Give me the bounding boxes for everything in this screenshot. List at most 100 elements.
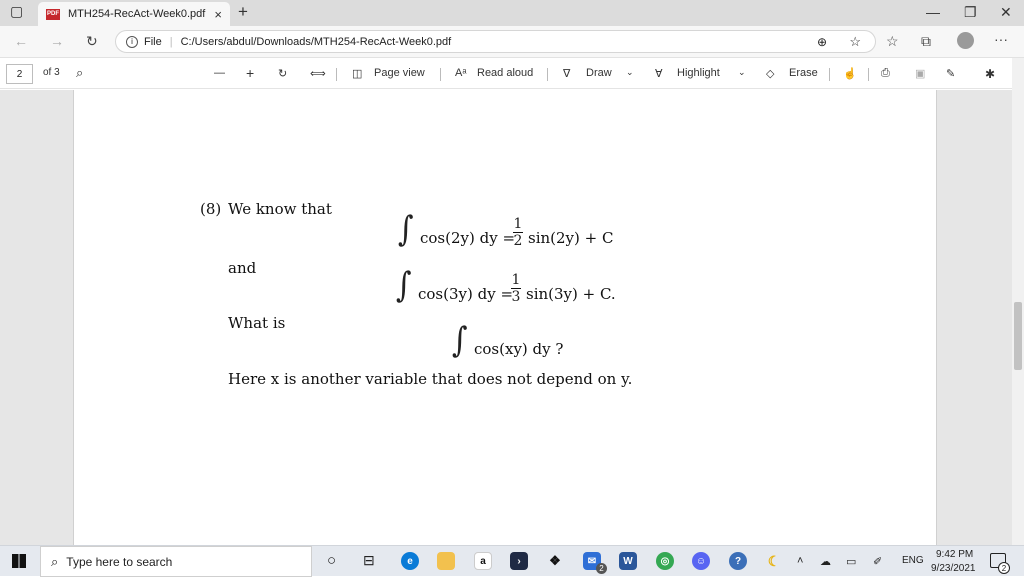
info-icon[interactable]: i [126, 35, 138, 48]
eq2-lhs: cos(3y) dy = [418, 285, 514, 303]
minimize-icon[interactable]: — [926, 4, 940, 20]
pen-icon[interactable]: ✐ [873, 555, 882, 568]
url-text: C:/Users/abdul/Downloads/MTH254-RecAct-W… [180, 35, 452, 48]
highlight-icon[interactable]: ∀ [655, 67, 663, 80]
amazon-icon[interactable]: a [474, 552, 492, 570]
toolbar-divider [547, 68, 548, 81]
toolbar-divider [868, 68, 869, 81]
eq1-lhs: cos(2y) dy = [420, 229, 516, 247]
refresh-icon[interactable]: ↻ [86, 33, 98, 50]
zoom-icon[interactable]: ⊕ [817, 35, 827, 49]
forward-icon[interactable]: → [50, 33, 64, 49]
restore-icon[interactable]: ❐ [964, 4, 977, 21]
tab-title: MTH254-RecAct-Week0.pdf [68, 8, 206, 20]
app-icon[interactable]: › [510, 552, 528, 570]
night-light-icon[interactable]: ☾ [765, 552, 783, 570]
erase-button[interactable]: Erase [789, 67, 818, 79]
taskbar-search-input[interactable]: ⌕ Type here to search [40, 546, 312, 577]
edge-icon[interactable]: e [401, 552, 419, 570]
note-text: Here x is another variable that does not… [228, 370, 633, 388]
toolbar-divider [440, 68, 441, 81]
pdf-icon: PDF [46, 8, 60, 20]
find-icon[interactable]: ⌕ [76, 65, 83, 81]
eq1-numerator: 1 [513, 216, 523, 232]
read-aloud-button[interactable]: Read aloud [477, 67, 533, 79]
eq1-denominator: 2 [513, 233, 523, 249]
zoom-in-button[interactable]: + [246, 65, 254, 81]
pdf-page: (8) We know that ∫ cos(2y) dy = 1 2 sin(… [73, 90, 937, 545]
language-indicator[interactable]: ENG [902, 555, 924, 566]
integral-sign: ∫ [452, 320, 468, 361]
touch-icon[interactable]: ☝ [843, 67, 857, 80]
battery-icon[interactable]: ▭ [846, 555, 856, 568]
notification-count: 2 [998, 562, 1010, 574]
fit-page-icon[interactable]: ⟺ [310, 67, 326, 80]
highlight-button[interactable]: Highlight [677, 67, 720, 79]
pin-toolbar-icon[interactable]: ✱ [985, 67, 995, 81]
scrollbar-thumb[interactable] [1014, 302, 1022, 370]
intro-text: We know that [228, 200, 332, 218]
tab-strip: ▢ PDF MTH254-RecAct-Week0.pdf × + — ❐ ✕ [0, 0, 1024, 26]
erase-icon[interactable]: ◇ [766, 67, 774, 80]
file-explorer-icon[interactable] [437, 552, 455, 570]
chrome-icon[interactable]: ◎ [656, 552, 674, 570]
clock-date[interactable]: 9/23/2021 [931, 563, 976, 574]
dropbox-icon[interactable]: ❖ [546, 552, 564, 570]
windows-taskbar: ⌕ Type here to search ○ ⊟ e a › ❖ ✉ 2 W … [0, 545, 1024, 577]
discord-icon[interactable]: ☺ [692, 552, 710, 570]
and-text: and [228, 259, 257, 277]
back-icon[interactable]: ← [14, 33, 28, 49]
draw-dropdown-icon[interactable]: ⌄ [626, 67, 634, 78]
zoom-out-button[interactable]: — [214, 67, 225, 79]
read-aloud-icon[interactable]: Aᵃ [455, 67, 466, 79]
integral-sign: ∫ [398, 209, 414, 250]
eq2-fraction: 1 3 [511, 273, 521, 304]
favorites-icon[interactable]: ☆ [886, 33, 899, 50]
help-icon[interactable]: ? [729, 552, 747, 570]
page-count: of 3 [43, 67, 60, 78]
tray-expand-icon[interactable]: ˄ [797, 555, 803, 567]
eq3-integrand: cos(xy) dy ? [474, 340, 564, 358]
document-viewport[interactable]: (8) We know that ∫ cos(2y) dy = 1 2 sin(… [0, 90, 1012, 545]
browser-tab[interactable]: PDF MTH254-RecAct-Week0.pdf × [38, 2, 230, 26]
favorite-add-icon[interactable]: ☆ [849, 34, 861, 50]
onedrive-icon[interactable]: ☁ [820, 555, 831, 568]
pdf-toolbar: 2 of 3 ⌕ — + ↻ ⟺ ◫ Page view Aᵃ Read alo… [0, 59, 1024, 89]
highlight-dropdown-icon[interactable]: ⌄ [738, 67, 746, 78]
toolbar-divider [829, 68, 830, 81]
new-tab-button[interactable]: + [238, 2, 248, 22]
rotate-icon[interactable]: ↻ [278, 67, 287, 80]
eq2-denominator: 3 [511, 289, 521, 305]
cortana-icon[interactable]: ○ [327, 552, 336, 569]
address-input[interactable]: i File | C:/Users/abdul/Downloads/MTH254… [115, 30, 876, 53]
page-view-icon[interactable]: ◫ [352, 67, 362, 80]
page-number-input[interactable]: 2 [6, 64, 33, 84]
print-icon[interactable]: ⎙ [881, 67, 890, 80]
eq1-rhs: sin(2y) + C [528, 229, 614, 247]
mail-badge: 2 [596, 563, 607, 574]
close-window-icon[interactable]: ✕ [1000, 4, 1012, 21]
word-icon[interactable]: W [619, 552, 637, 570]
eq1-fraction: 1 2 [513, 217, 523, 248]
draw-icon[interactable]: ∇ [563, 67, 570, 80]
search-placeholder: Type here to search [66, 554, 173, 569]
collections-icon[interactable]: ⧉ [921, 33, 931, 50]
tab-actions-icon[interactable]: ▢ [10, 3, 23, 20]
profile-avatar[interactable] [957, 32, 974, 49]
more-menu-icon[interactable]: ··· [994, 31, 1008, 47]
windows-start-icon[interactable] [12, 554, 26, 568]
eq2-numerator: 1 [511, 272, 521, 288]
problem-number: (8) [200, 200, 222, 218]
close-tab-icon[interactable]: × [214, 7, 222, 22]
page-view-button[interactable]: Page view [374, 67, 425, 79]
search-icon: ⌕ [51, 553, 59, 569]
toolbar-divider [336, 68, 337, 81]
clock-time[interactable]: 9:42 PM [936, 549, 973, 560]
draw-button[interactable]: Draw [586, 67, 612, 79]
task-view-icon[interactable]: ⊟ [363, 552, 375, 569]
integral-sign: ∫ [396, 265, 412, 306]
eq2-rhs: sin(3y) + C. [526, 285, 616, 303]
save-icon[interactable]: ▣ [915, 67, 925, 80]
save-as-icon[interactable]: ✎ [946, 67, 955, 80]
address-prefix: File [144, 35, 162, 48]
